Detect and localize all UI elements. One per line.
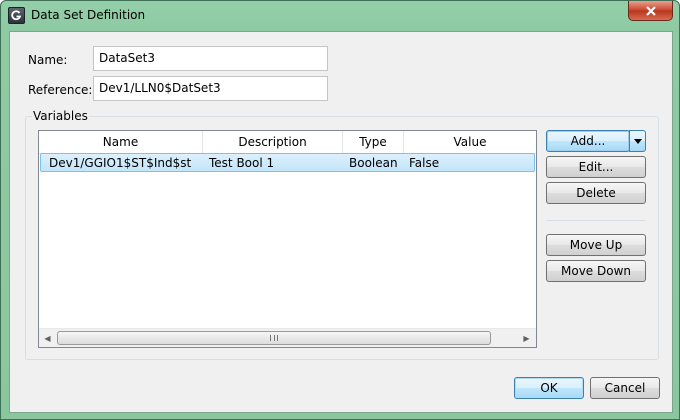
list-header: Name Description Type Value — [39, 131, 536, 154]
chevron-down-icon — [633, 138, 642, 144]
title-bar[interactable]: Data Set Definition — [1, 1, 679, 31]
move-down-button[interactable]: Move Down — [546, 260, 646, 282]
arrow-right-icon[interactable]: ▶ — [518, 329, 535, 347]
add-dropdown-button[interactable] — [629, 130, 646, 152]
app-logo-icon — [8, 7, 25, 24]
column-header-value[interactable]: Value — [404, 131, 536, 154]
column-header-type[interactable]: Type — [343, 131, 404, 154]
close-icon — [645, 5, 656, 16]
ok-button[interactable]: OK — [514, 377, 584, 399]
reference-label: Reference: — [28, 83, 93, 97]
scrollbar-thumb[interactable] — [57, 331, 491, 345]
edit-button[interactable]: Edit... — [546, 156, 646, 178]
variables-group-title: Variables — [32, 109, 89, 123]
table-row[interactable]: Dev1/GGIO1$ST$Ind$st Test Bool 1 Boolean… — [40, 153, 535, 172]
dialog-window: Data Set Definition Name: DataSet3 Refer… — [0, 0, 680, 420]
cell-description: Test Bool 1 — [209, 156, 275, 170]
column-header-description[interactable]: Description — [203, 131, 343, 154]
reference-field[interactable]: Dev1/LLN0$DatSet3 — [93, 76, 328, 101]
cell-value: False — [409, 156, 440, 170]
window-title: Data Set Definition — [31, 8, 146, 22]
cell-type: Boolean — [349, 156, 398, 170]
name-label: Name: — [28, 53, 68, 67]
delete-button[interactable]: Delete — [546, 182, 646, 204]
name-field[interactable]: DataSet3 — [93, 46, 328, 71]
close-button[interactable] — [628, 1, 673, 21]
button-separator — [546, 220, 646, 221]
add-button[interactable]: Add... — [546, 130, 630, 152]
dialog-body: Name: DataSet3 Reference: Dev1/LLN0$DatS… — [9, 31, 673, 413]
cancel-button[interactable]: Cancel — [590, 377, 660, 399]
variables-list[interactable]: Name Description Type Value Dev1/GGIO1$S… — [38, 130, 537, 348]
move-up-button[interactable]: Move Up — [546, 234, 646, 256]
column-header-name[interactable]: Name — [39, 131, 203, 154]
arrow-left-icon[interactable]: ◀ — [39, 329, 56, 347]
horizontal-scrollbar[interactable]: ◀ ▶ — [39, 328, 536, 347]
cell-name: Dev1/GGIO1$ST$Ind$st — [49, 156, 192, 170]
grip-icon — [270, 335, 278, 341]
